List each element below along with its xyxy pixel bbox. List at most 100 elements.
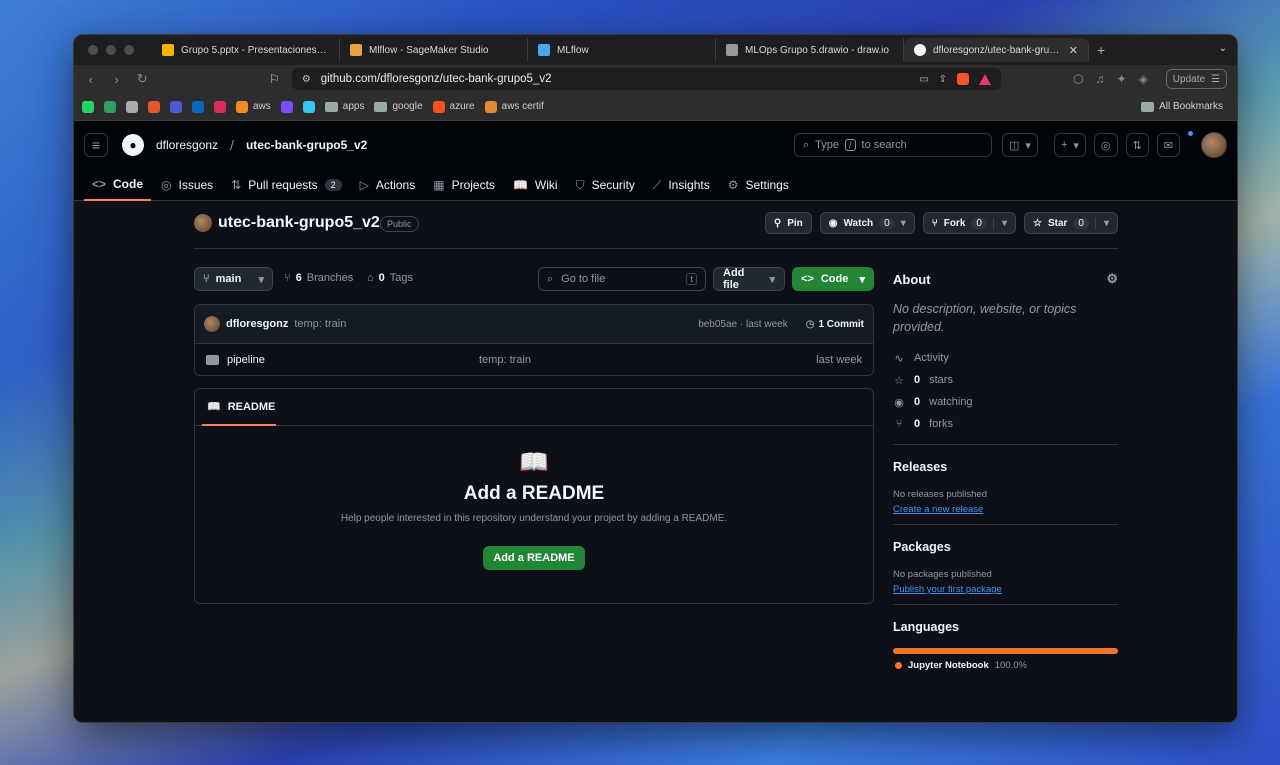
back-icon[interactable]: ‹: [84, 72, 98, 87]
add-readme-button[interactable]: Add a README: [483, 546, 585, 570]
file-commit-message[interactable]: temp: train: [479, 354, 816, 366]
puzzle-icon[interactable]: ✦: [1117, 72, 1127, 86]
bookmark-favicon-icon: [236, 100, 248, 113]
language-item[interactable]: Jupyter Notebook 100.0%: [893, 660, 1118, 671]
bookmark-folder[interactable]: google: [374, 101, 423, 112]
go-to-file-input[interactable]: ⌕ Go to file t: [538, 267, 706, 291]
repo-name[interactable]: utec-bank-grupo5_v2: [218, 214, 380, 232]
packages-title[interactable]: Packages: [893, 540, 1118, 554]
browser-tab[interactable]: MLflow: [528, 38, 716, 62]
gear-icon[interactable]: ⚙: [1106, 271, 1118, 287]
breadcrumb-repo[interactable]: utec-bank-grupo5_v2: [246, 138, 367, 152]
tab-wiki[interactable]: 📖 Wiki: [505, 169, 566, 201]
github-logo-icon[interactable]: ●: [122, 134, 144, 156]
browser-tab[interactable]: MLOps Grupo 5.drawio - draw.io: [716, 38, 904, 62]
tab-code[interactable]: <> Code: [84, 169, 152, 201]
tab-menu-chevron-icon[interactable]: ⌄: [1219, 43, 1227, 54]
commits-link[interactable]: ◷ 1 Commit: [806, 319, 864, 330]
browser-tab-active[interactable]: dfloresgonz/utec-bank-grupo5 ✕: [904, 38, 1089, 62]
maximize-window-button[interactable]: [124, 45, 134, 55]
update-button[interactable]: Update ☰: [1165, 69, 1228, 89]
about-stars-link[interactable]: ☆ 0 stars: [893, 369, 1118, 391]
branches-link[interactable]: ⑂ 6 Branches: [284, 272, 353, 284]
owner-avatar[interactable]: [194, 214, 212, 232]
bookmark-favicon-icon: [104, 100, 116, 113]
brave-rewards-icon[interactable]: [979, 73, 992, 85]
bookmark-favicon-icon: [82, 100, 94, 113]
share-icon[interactable]: ⇪: [939, 74, 947, 85]
bookmark-item[interactable]: azure: [432, 100, 475, 113]
code-button[interactable]: <> Code ▾: [792, 267, 874, 291]
forward-icon[interactable]: ›: [110, 72, 124, 87]
branch-selector[interactable]: ⑂ main ▾: [194, 267, 273, 291]
hamburger-menu-icon[interactable]: ≡: [84, 133, 108, 157]
bookmark-icon[interactable]: ⚐: [269, 72, 280, 86]
commit-hash[interactable]: beb05ae · last week: [698, 319, 788, 330]
browser-tab[interactable]: Grupo 5.pptx - Presentaciones de: [152, 38, 340, 62]
bookmark-item[interactable]: aws certif: [484, 100, 544, 113]
tab-actions[interactable]: ▷ Actions: [352, 169, 424, 201]
bookmark-item[interactable]: [214, 100, 226, 113]
star-button[interactable]: ☆ Star 0 ▾: [1023, 212, 1118, 234]
bookmark-item[interactable]: [280, 100, 293, 113]
breadcrumb-owner[interactable]: dfloresgonz: [156, 138, 218, 152]
tab-settings[interactable]: ⚙ Settings: [720, 169, 797, 201]
add-file-button[interactable]: Add file ▾: [713, 267, 785, 291]
file-name[interactable]: pipeline: [227, 354, 479, 366]
copilot-button[interactable]: ◫ ▾: [1002, 133, 1038, 157]
cast-icon[interactable]: ▭: [919, 74, 928, 85]
tab-pull-requests[interactable]: ⇅ Pull requests 2: [223, 169, 349, 201]
chevron-down-icon[interactable]: ▾: [1094, 217, 1109, 229]
brave-shields-icon[interactable]: [957, 73, 970, 85]
reload-icon[interactable]: ↻: [135, 71, 149, 87]
pin-button[interactable]: ⚲ Pin: [764, 212, 812, 234]
releases-title[interactable]: Releases: [893, 460, 1118, 474]
about-watching-link[interactable]: ◉ 0 watching: [893, 391, 1118, 413]
commit-message[interactable]: temp: train: [294, 318, 346, 330]
tab-insights[interactable]: ⟋ Insights: [645, 169, 718, 201]
bookmark-item[interactable]: [170, 100, 182, 113]
close-tab-icon[interactable]: ✕: [1069, 44, 1078, 57]
fork-button[interactable]: ⑂ Fork 0 ▾: [922, 212, 1016, 234]
tags-link[interactable]: ⌂ 0 Tags: [367, 272, 413, 284]
new-tab-icon[interactable]: +: [1097, 42, 1105, 58]
user-avatar[interactable]: [1201, 132, 1227, 158]
search-shortcut: /: [845, 139, 856, 151]
watch-button[interactable]: ◉ Watch 0 ▾: [819, 212, 915, 234]
bookmark-item[interactable]: [82, 100, 94, 113]
commit-author[interactable]: dfloresgonz: [226, 318, 288, 330]
address-bar[interactable]: ⚙ github.com/dfloresgonz/utec-bank-grupo…: [291, 68, 1002, 90]
star-icon: ☆: [1032, 217, 1042, 229]
about-forks-link[interactable]: ⑂ 0 forks: [893, 413, 1118, 435]
inbox-button[interactable]: ✉: [1156, 133, 1180, 157]
tab-security[interactable]: ⛉ Security: [568, 169, 643, 201]
bookmark-item[interactable]: [192, 100, 204, 113]
vpn-icon[interactable]: ◈: [1139, 72, 1148, 86]
tab-issues[interactable]: ◎ Issues: [153, 169, 221, 201]
bookmark-item[interactable]: [104, 100, 116, 113]
tab-readme[interactable]: 📖 README: [202, 389, 276, 426]
table-row[interactable]: pipeline temp: train last week: [195, 344, 873, 375]
bookmark-folder[interactable]: apps: [324, 101, 364, 112]
minimize-window-button[interactable]: [106, 45, 116, 55]
close-window-button[interactable]: [88, 45, 98, 55]
chevron-down-icon[interactable]: ▾: [992, 217, 1007, 229]
bookmark-item[interactable]: [302, 100, 315, 113]
bookmark-item[interactable]: [148, 100, 160, 113]
bookmark-item[interactable]: aws: [236, 100, 271, 113]
about-Activity-link[interactable]: ∿ Activity: [893, 347, 1118, 369]
site-info-icon[interactable]: ⚙: [302, 74, 311, 85]
commit-author-avatar[interactable]: [204, 316, 220, 332]
all-bookmarks-button[interactable]: All Bookmarks: [1141, 101, 1223, 112]
issues-button[interactable]: ◎: [1093, 133, 1118, 157]
bookmark-item[interactable]: [126, 100, 138, 113]
publish-package-link[interactable]: Publish your first package: [893, 584, 1118, 595]
extension-icon[interactable]: ⬡: [1073, 72, 1083, 86]
browser-tab[interactable]: Mlflow - SageMaker Studio: [340, 38, 528, 62]
search-input[interactable]: ⌕ Type / to search: [794, 133, 992, 157]
create-new-button[interactable]: + ▾: [1053, 133, 1086, 157]
music-icon[interactable]: ♫: [1096, 72, 1105, 86]
create-release-link[interactable]: Create a new release: [893, 504, 1118, 515]
pull-requests-button[interactable]: ⇅: [1125, 133, 1149, 157]
tab-projects[interactable]: ▦ Projects: [425, 169, 503, 201]
